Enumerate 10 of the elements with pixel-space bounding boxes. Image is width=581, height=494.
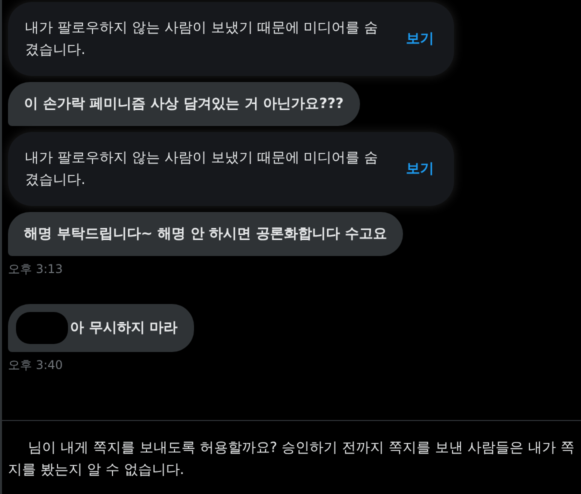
message-text: 아 무시하지 마라 [70,318,178,338]
view-button[interactable]: 보기 [406,158,434,180]
message-time: 오후 3:40 [8,357,63,374]
view-button[interactable]: 보기 [406,28,434,50]
message-text: 해명 부탁드립니다~ 해명 안 하시면 공론화합니다 수고요 [24,224,387,244]
hidden-media-text: 내가 팔로우하지 않는 사람이 보냈기 때문에 미디어를 숨겼습니다. [25,149,380,190]
message-time: 오후 3:13 [8,261,63,278]
message-text: 이 손가락 페미니즘 사상 담겨있는 거 아닌가요??? [24,94,344,114]
hidden-media-text: 내가 팔로우하지 않는 사람이 보냈기 때문에 미디어를 숨겼습니다. [25,19,380,60]
message-request-notice: 님이 내게 쪽지를 보내도록 허용할까요? 승인하기 전까지 쪽지를 보낸 사람들은 내가 쪽지를 봤는지 알 수 없습니다. [8,439,575,480]
